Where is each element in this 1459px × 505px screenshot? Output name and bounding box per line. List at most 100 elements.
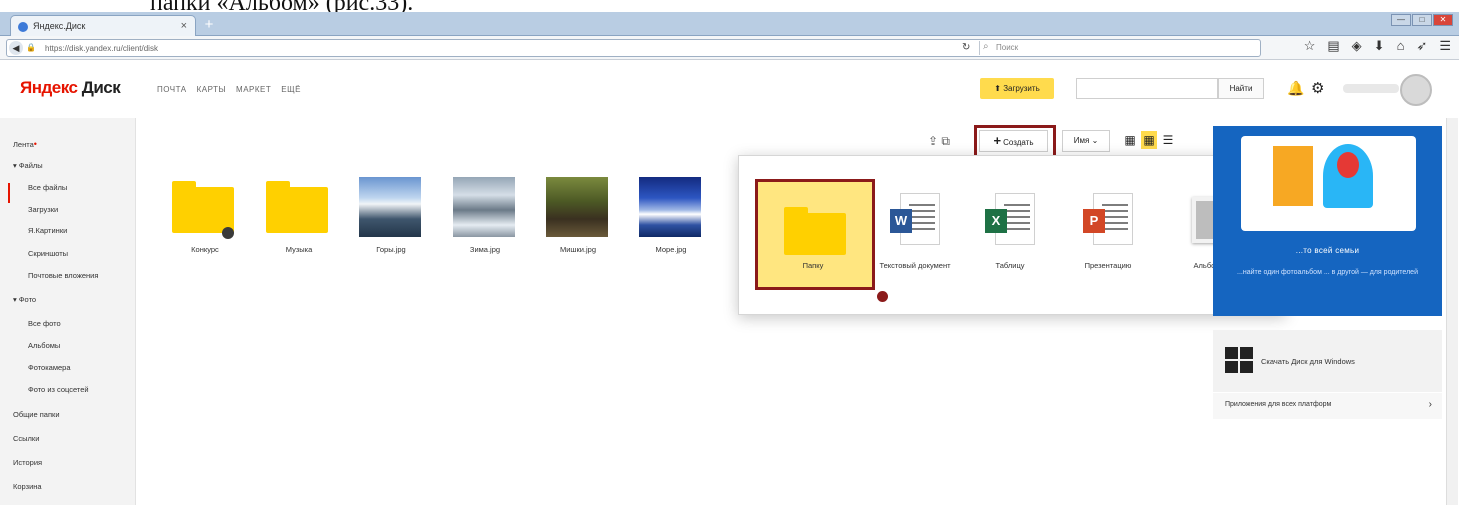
home-icon[interactable]: ⌂	[1397, 38, 1405, 54]
file-item-photo-sea[interactable]: Море.jpg	[636, 175, 706, 265]
close-window-button[interactable]: ✕	[1433, 14, 1453, 26]
browser-nav-bar: ◀ 🔒 https://disk.yandex.ru/client/disk ↻…	[0, 36, 1459, 60]
folder-icon	[264, 175, 330, 237]
sidebar-item-all-photos[interactable]: Все фото	[28, 319, 61, 328]
find-button[interactable]: Найти	[1218, 78, 1264, 99]
page-scrollbar[interactable]	[1446, 118, 1458, 505]
menu-icon[interactable]: ☰	[1439, 38, 1451, 54]
reload-icon[interactable]: ↻	[962, 42, 970, 53]
promo-banner[interactable]: ...то всей семьи ...найте один фотоальбо…	[1213, 126, 1442, 316]
plus-icon: +	[993, 133, 1002, 148]
toolbar-icons: ⇪ ⧉	[928, 134, 950, 149]
sidebar-item-shared-folders[interactable]: Общие папки	[13, 410, 60, 419]
browser-search-field[interactable]: ⌕ Поиск	[979, 41, 1259, 55]
logo-main-text: Яндекс	[20, 78, 78, 97]
sidebar-item-trash[interactable]: Корзина	[13, 482, 42, 491]
file-item-folder-music[interactable]: Музыка	[264, 175, 334, 265]
photo-thumbnail	[450, 175, 516, 237]
banner-text: ...найте один фотоальбом ... в другой — …	[1237, 269, 1418, 276]
maximize-button[interactable]: □	[1412, 14, 1432, 26]
browser-tab[interactable]: Яндекс.Диск ×	[10, 15, 196, 36]
sidebar-item-downloads[interactable]: Загрузки	[28, 205, 58, 214]
sort-select[interactable]: Имя ⌄	[1062, 130, 1110, 152]
sidebar-section-label: Файлы	[18, 161, 43, 170]
sidebar-item-albums[interactable]: Альбомы	[28, 341, 60, 350]
tab-title: Яндекс.Диск	[33, 21, 86, 31]
sidebar-item-links[interactable]: Ссылки	[13, 434, 39, 443]
window-controls: — □ ✕	[1391, 14, 1453, 26]
new-tab-button[interactable]: +	[200, 17, 218, 34]
create-menu-label: Презентацию	[1084, 261, 1132, 270]
banner-girl-hair	[1337, 152, 1359, 178]
gear-icon[interactable]: ⚙	[1311, 79, 1324, 97]
list-view-icon[interactable]: ☰	[1160, 131, 1176, 149]
clipboard-icon[interactable]: ▤	[1327, 38, 1339, 54]
sidebar-item-camera[interactable]: Фотокамера	[28, 363, 71, 372]
windows-download-label: Скачать Диск для Windows	[1261, 357, 1355, 366]
sidebar-item-screenshots[interactable]: Скриншоты	[28, 249, 68, 258]
bell-icon[interactable]: 🔔	[1287, 80, 1304, 97]
apps-label: Приложения для всех платформ	[1225, 401, 1332, 408]
create-menu-item-folder[interactable]: Папку	[768, 177, 858, 297]
upload-label: Загрузить	[1003, 84, 1040, 93]
create-menu-item-spreadsheet[interactable]: X Таблицу	[965, 177, 1055, 297]
sidebar-item-lenta[interactable]: Лента•	[13, 139, 37, 149]
disk-search-input[interactable]	[1076, 78, 1218, 99]
apps-all-platforms-link[interactable]: Приложения для всех платформ ›	[1213, 393, 1442, 419]
sidebar-item-social-photos[interactable]: Фото из соцсетей	[28, 385, 89, 394]
upload-button[interactable]: ⬆ Загрузить	[980, 78, 1054, 99]
sidebar-section-photo[interactable]: ▾ Фото	[13, 295, 36, 304]
create-menu-item-presentation[interactable]: P Презентацию	[1063, 177, 1153, 297]
address-bar[interactable]: ◀ 🔒 https://disk.yandex.ru/client/disk ↻…	[6, 39, 1261, 57]
sidebar-item-history[interactable]: История	[13, 458, 42, 467]
file-item-folder-konkurs[interactable]: Конкурс	[170, 175, 240, 265]
tab-close-icon[interactable]: ×	[181, 20, 187, 32]
send-icon[interactable]: ➶	[1416, 38, 1427, 54]
service-link-maps[interactable]: КАРТЫ	[197, 85, 226, 94]
folder-icon	[170, 175, 236, 239]
services-nav: ПОЧТА КАРТЫ МАРКЕТ ЕЩЁ	[157, 85, 301, 94]
sidebar	[0, 118, 136, 505]
file-item-photo-bear[interactable]: Мишки.jpg	[543, 175, 613, 265]
windows-logo-icon	[1225, 347, 1253, 373]
tiles-icon[interactable]: ▦	[1141, 131, 1157, 149]
sidebar-item-mail-attachments[interactable]: Почтовые вложения	[28, 271, 98, 280]
sidebar-item-images[interactable]: Я.Картинки	[28, 226, 67, 235]
browser-tab-bar: Яндекс.Диск × + — □ ✕	[0, 12, 1459, 36]
pocket-icon[interactable]: ◈	[1352, 38, 1362, 54]
shared-folder-icon	[222, 227, 234, 239]
download-icon[interactable]: ⬇	[1374, 38, 1385, 54]
excel-sheet-icon: X	[985, 193, 1039, 253]
file-item-photo-mountains[interactable]: Горы.jpg	[356, 175, 426, 265]
create-label: Создать	[1003, 138, 1034, 147]
service-link-more[interactable]: ЕЩЁ	[281, 85, 301, 94]
service-link-mail[interactable]: ПОЧТА	[157, 85, 187, 94]
large-tiles-icon[interactable]: ▦	[1122, 131, 1138, 149]
chevron-right-icon: ›	[1428, 399, 1432, 410]
yandex-disk-logo[interactable]: Яндекс Диск	[20, 78, 121, 98]
lock-icon: 🔒	[26, 43, 36, 52]
username-blurred[interactable]	[1343, 84, 1399, 93]
back-arrow-icon[interactable]: ◀	[9, 41, 23, 55]
create-menu-item-text-document[interactable]: W Текстовый документ	[870, 177, 960, 297]
magnifier-icon: ⌕	[983, 41, 989, 52]
service-link-market[interactable]: МАРКЕТ	[236, 85, 271, 94]
create-menu-label: Таблицу	[995, 261, 1025, 270]
view-mode-switch: ▦ ▦ ☰	[1122, 131, 1176, 149]
word-doc-icon: W	[890, 193, 944, 253]
file-name: Мишки.jpg	[559, 245, 597, 254]
create-menu-label: Текстовый документ	[879, 261, 951, 270]
minimize-button[interactable]: —	[1391, 14, 1411, 26]
sidebar-section-files[interactable]: ▾ Файлы	[13, 161, 43, 170]
avatar[interactable]	[1400, 74, 1432, 106]
download-windows-block[interactable]: Скачать Диск для Windows	[1213, 330, 1442, 392]
sidebar-selection-marker	[8, 183, 10, 203]
bookmark-star-icon[interactable]: ☆	[1304, 38, 1316, 54]
file-item-photo-winter[interactable]: Зима.jpg	[450, 175, 520, 265]
create-button[interactable]: + Создать	[979, 130, 1048, 152]
url-text[interactable]: https://disk.yandex.ru/client/disk	[45, 44, 158, 53]
share-icon[interactable]: ⇪	[928, 134, 938, 148]
sidebar-item-all-files[interactable]: Все файлы	[28, 183, 67, 192]
public-link-icon[interactable]: ⧉	[941, 134, 950, 148]
banner-person-icon	[1273, 146, 1313, 206]
